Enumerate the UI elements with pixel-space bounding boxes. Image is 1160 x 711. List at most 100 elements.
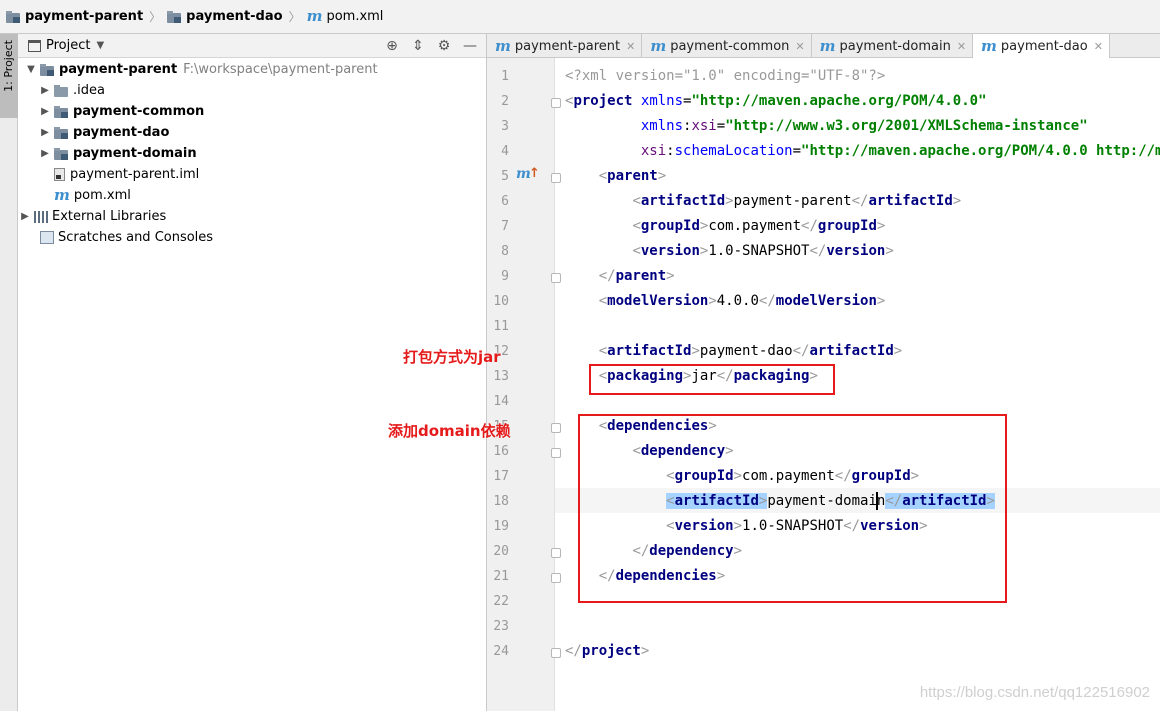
- project-view-selector[interactable]: Project: [46, 38, 90, 53]
- tab-label: payment-common: [670, 38, 790, 54]
- tree-item-label: payment-parent: [59, 62, 178, 77]
- code-line: <project xmlns="http://maven.apache.org/…: [565, 93, 987, 109]
- code-line: <?xml version="1.0" encoding="UTF-8"?>: [565, 64, 885, 89]
- parent-artifact-value: payment-parent: [733, 193, 852, 209]
- schema-location: http://maven.apache.org/POM/4.0.0 http:/…: [809, 143, 1160, 159]
- left-tool-strip: 1: Project: [0, 34, 18, 711]
- module-folder-icon: [54, 126, 69, 139]
- breadcrumb-item-pom[interactable]: m pom.xml: [307, 5, 384, 29]
- tree-item-payment-common[interactable]: ▶ payment-common: [38, 101, 204, 122]
- gear-icon[interactable]: ⚙: [436, 38, 452, 54]
- code-line: xsi:schemaLocation="http://maven.apache.…: [565, 139, 1160, 164]
- module-folder-icon: [6, 10, 21, 23]
- module-folder-icon: [54, 147, 69, 160]
- project-tool-tab[interactable]: 1: Project: [0, 34, 18, 118]
- dependency-highlight-box: [578, 414, 1007, 603]
- project-namespace: http://maven.apache.org/POM/4.0.0: [699, 93, 979, 109]
- tree-item-external-libraries[interactable]: ▶ External Libraries: [18, 206, 166, 227]
- close-icon[interactable]: ✕: [1094, 40, 1103, 53]
- folder-icon: [54, 84, 69, 97]
- parent-version-value: 1.0-SNAPSHOT: [708, 243, 810, 259]
- breadcrumb-item-payment-dao[interactable]: payment-dao: [167, 5, 283, 29]
- tab-payment-dao[interactable]: m payment-dao ✕: [973, 34, 1110, 59]
- code-line: <modelVersion>4.0.0</modelVersion>: [598, 293, 886, 309]
- module-folder-icon: [167, 10, 182, 23]
- breadcrumb-label: pom.xml: [326, 9, 384, 24]
- tree-item-payment-parent[interactable]: ▼ payment-parent F:\workspace\payment-pa…: [24, 59, 378, 80]
- close-icon[interactable]: ✕: [626, 40, 635, 53]
- maven-icon: m: [819, 36, 836, 55]
- tab-payment-domain[interactable]: m payment-domain ✕: [812, 34, 974, 58]
- library-icon: [34, 210, 48, 223]
- maven-icon: m: [306, 7, 323, 25]
- tree-item-label: payment-dao: [73, 125, 170, 140]
- code-line: <version>1.0-SNAPSHOT</version>: [632, 243, 894, 259]
- maven-icon: m: [495, 36, 511, 55]
- xsi-namespace: http://www.w3.org/2001/XMLSchema-instanc…: [733, 118, 1080, 134]
- tree-item-path: F:\workspace\payment-parent: [183, 62, 378, 77]
- code-line: <groupId>com.payment</groupId>: [632, 218, 886, 234]
- tree-item-payment-domain[interactable]: ▶ payment-domain: [38, 143, 197, 164]
- code-line: <artifactId>payment-parent</artifactId>: [632, 193, 962, 209]
- code-line: <parent>: [598, 168, 667, 184]
- chevron-right-icon[interactable]: ▶: [38, 106, 52, 117]
- tree-item-pom[interactable]: m pom.xml: [54, 185, 131, 206]
- chevron-down-icon[interactable]: ▼: [96, 40, 104, 51]
- tab-label: payment-domain: [839, 38, 951, 54]
- chevron-right-icon[interactable]: ▶: [38, 127, 52, 138]
- tree-item-label: payment-common: [73, 104, 205, 119]
- tree-item-label: payment-parent.iml: [70, 167, 200, 182]
- code-line: xmlns:xsi="http://www.w3.org/2001/XMLSch…: [640, 118, 1088, 134]
- close-icon[interactable]: ✕: [795, 40, 804, 53]
- breadcrumb-label: payment-dao: [186, 9, 283, 24]
- project-window-icon: [28, 39, 41, 52]
- tree-item-payment-dao[interactable]: ▶ payment-dao: [38, 122, 169, 143]
- chevron-right-icon[interactable]: ▶: [18, 211, 32, 222]
- tab-payment-common[interactable]: m payment-common ✕: [642, 34, 812, 58]
- tab-label: payment-dao: [1000, 39, 1088, 54]
- ide-window: payment-parent 〉 payment-dao 〉 m pom.xml…: [0, 0, 1160, 711]
- navigation-bar: payment-parent 〉 payment-dao 〉 m pom.xml: [0, 0, 1160, 34]
- watermark: https://blog.csdn.net/qq122516902: [919, 684, 1150, 701]
- module-folder-icon: [54, 105, 69, 118]
- module-folder-icon: [40, 63, 55, 76]
- maven-icon: m: [981, 37, 997, 55]
- breadcrumb-label: payment-parent: [25, 9, 144, 24]
- editor-tab-bar: m payment-parent ✕ m payment-common ✕ m …: [487, 34, 1160, 59]
- tab-payment-parent[interactable]: m payment-parent ✕: [487, 34, 643, 58]
- tree-item-iml[interactable]: payment-parent.iml: [54, 164, 199, 185]
- chevron-right-icon[interactable]: ▶: [38, 85, 52, 96]
- iml-file-icon: [54, 168, 65, 181]
- project-panel-header: Project ▼ ⊕ ⇕ ⚙ —: [18, 34, 486, 58]
- code-line: </parent>: [598, 268, 675, 284]
- tab-label: payment-parent: [514, 38, 621, 54]
- parent-group-value: com.payment: [708, 218, 802, 234]
- panel-toolbar: ⊕ ⇕ ⚙ —: [384, 36, 478, 56]
- maven-icon: m: [650, 36, 667, 55]
- model-version-value: 4.0.0: [716, 293, 759, 309]
- hide-panel-icon[interactable]: —: [462, 38, 478, 54]
- tree-item-label: payment-domain: [73, 146, 197, 161]
- close-icon[interactable]: ✕: [957, 40, 966, 53]
- maven-icon: m: [54, 186, 70, 204]
- xml-declaration: <?xml version="1.0" encoding="UTF-8"?>: [565, 68, 886, 84]
- packaging-highlight-box: [589, 364, 835, 395]
- project-panel: Project ▼ ⊕ ⇕ ⚙ — ▼ payment-parent F:\wo…: [18, 34, 487, 711]
- packaging-annotation: 打包方式为jar: [403, 348, 501, 366]
- code-line: <artifactId>payment-dao</artifactId>: [598, 343, 903, 359]
- chevron-down-icon[interactable]: ▼: [24, 64, 38, 75]
- chevron-right-icon[interactable]: ▶: [38, 148, 52, 159]
- locate-file-icon[interactable]: ⊕: [384, 38, 400, 54]
- breadcrumb-item-payment-parent[interactable]: payment-parent: [6, 5, 143, 29]
- breadcrumb-separator: 〉: [288, 10, 301, 24]
- breadcrumb-separator: 〉: [149, 10, 162, 24]
- tree-item-label: Scratches and Consoles: [58, 230, 214, 245]
- project-tool-tab-label: 1: Project: [2, 40, 15, 92]
- collapse-all-icon[interactable]: ⇕: [410, 38, 426, 54]
- tree-item-label: External Libraries: [52, 209, 167, 224]
- tree-item-idea[interactable]: ▶ .idea: [38, 80, 105, 101]
- scratches-icon: [40, 231, 54, 244]
- tree-item-scratches[interactable]: Scratches and Consoles: [40, 227, 213, 248]
- dependency-annotation: 添加domain依赖: [388, 422, 511, 440]
- tree-item-label: .idea: [73, 83, 105, 98]
